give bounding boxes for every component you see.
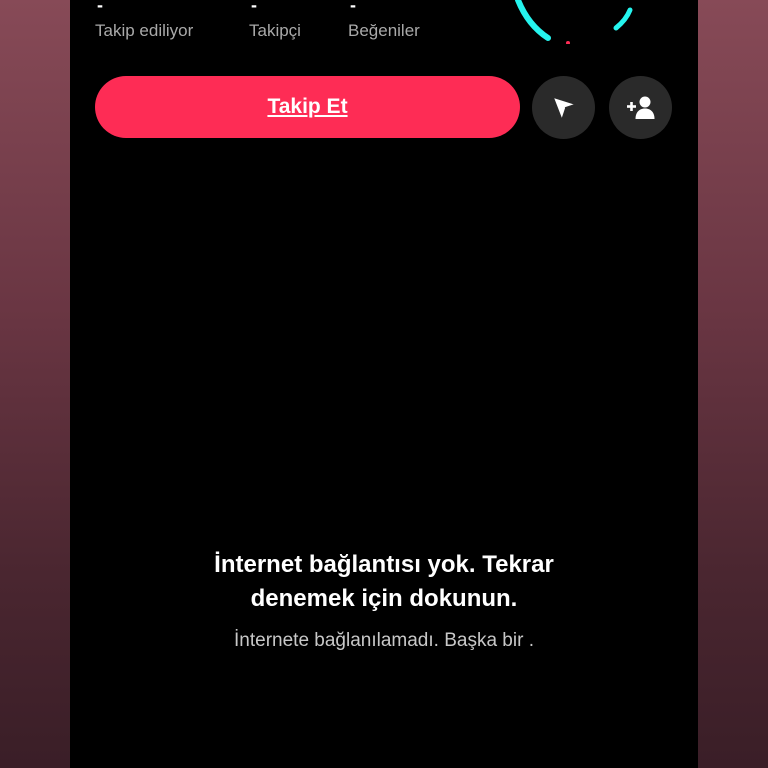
following-label: Takip ediliyor: [95, 21, 194, 40]
following-count: -: [97, 0, 103, 15]
likes-label: Beğeniler: [348, 21, 420, 40]
send-message-button[interactable]: [532, 76, 595, 139]
add-friend-button[interactable]: [609, 76, 672, 139]
no-internet-title: İnternet bağlantısı yok. Tekrar denemek …: [214, 551, 554, 612]
no-internet-subtitle: İnternete bağlanılamadı. Başka bir .: [234, 630, 534, 651]
follow-button[interactable]: Takip Et: [95, 76, 520, 138]
avatar-ring-decoration: [515, 0, 633, 44]
likes-count: -: [350, 0, 356, 15]
retry-connection-area[interactable]: İnternet bağlantısı yok. Tekrar denemek …: [70, 548, 698, 652]
send-arrow-icon: [553, 97, 575, 118]
add-person-icon: [626, 96, 654, 119]
profile-screen: - Takip ediliyor - Takipçi - Beğeniler T…: [70, 0, 698, 768]
followers-count: -: [251, 0, 257, 15]
followers-label: Takipçi: [249, 21, 301, 40]
